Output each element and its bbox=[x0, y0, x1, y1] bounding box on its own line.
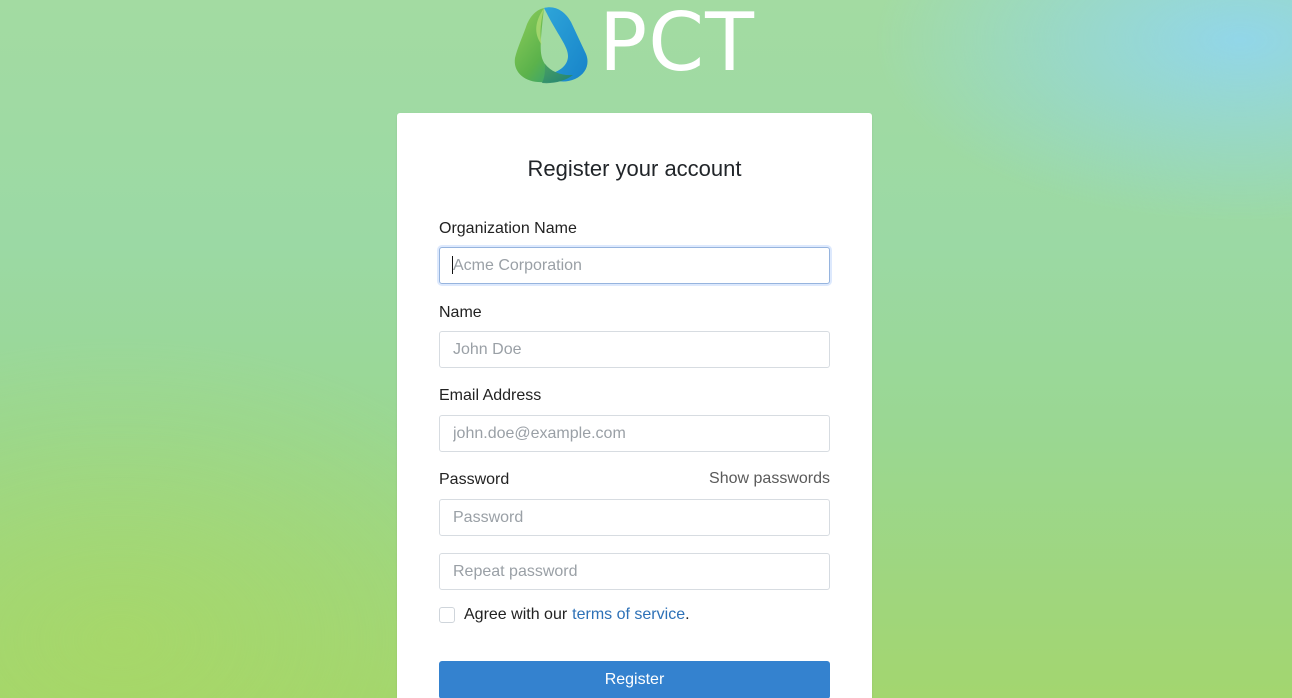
name-label: Name bbox=[439, 304, 482, 321]
terms-of-service-link[interactable]: terms of service bbox=[572, 606, 685, 624]
register-button[interactable]: Register bbox=[439, 661, 830, 698]
page-title: Register your account bbox=[527, 156, 742, 181]
repeat-password-input[interactable] bbox=[439, 553, 830, 590]
password-input[interactable] bbox=[439, 499, 830, 536]
terms-agreement: Agree with our terms of service . bbox=[439, 606, 690, 624]
organization-name-input[interactable] bbox=[439, 247, 830, 284]
register-card: Register your account Organization Name … bbox=[397, 113, 872, 698]
text-cursor bbox=[452, 256, 453, 274]
terms-checkbox[interactable] bbox=[439, 607, 455, 623]
organization-name-label: Organization Name bbox=[439, 220, 577, 237]
terms-suffix: . bbox=[685, 606, 690, 623]
name-input[interactable] bbox=[439, 331, 830, 368]
triangle-logo-icon bbox=[514, 7, 588, 84]
brand-name: PCT bbox=[599, 0, 755, 89]
brand-logo: PCT bbox=[513, 0, 763, 89]
email-address-label: Email Address bbox=[439, 387, 542, 404]
email-input[interactable] bbox=[439, 415, 830, 452]
terms-prefix: Agree with our bbox=[464, 606, 568, 623]
show-passwords-link[interactable]: Show passwords bbox=[709, 470, 830, 488]
password-label: Password bbox=[439, 471, 510, 488]
